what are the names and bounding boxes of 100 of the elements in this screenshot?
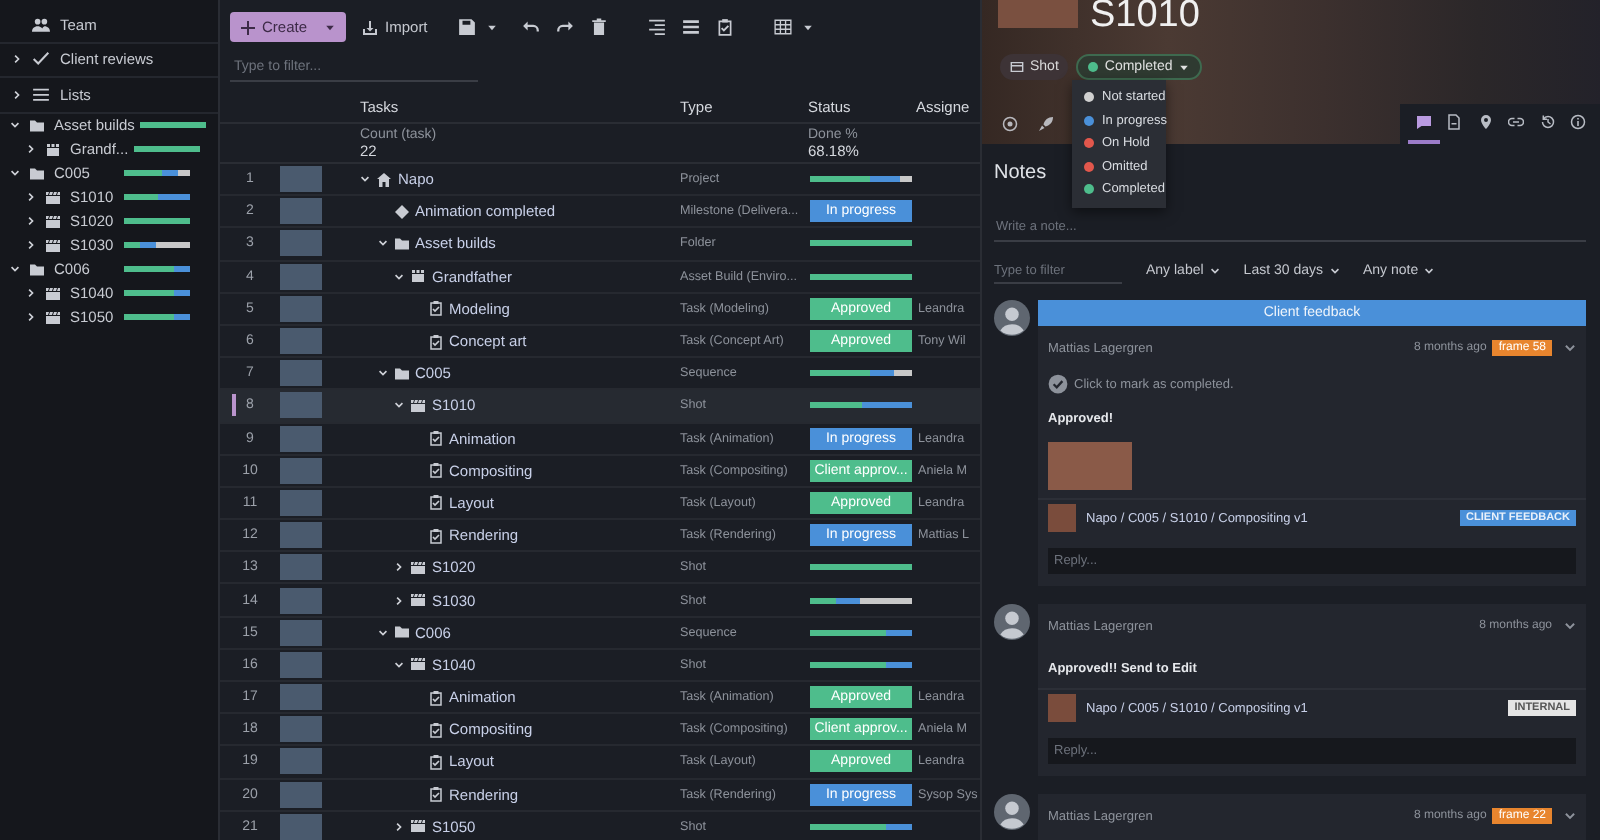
chevron-down-icon[interactable] (394, 400, 404, 411)
redo-icon[interactable] (555, 18, 574, 36)
chevron-down-icon (1209, 266, 1220, 276)
trash-icon[interactable] (589, 18, 608, 36)
caret-down-icon[interactable] (801, 21, 814, 33)
chevron-down-icon[interactable] (394, 271, 404, 282)
chevron-down-icon (1424, 266, 1435, 276)
thumbnail-placeholder (280, 425, 322, 452)
undo-icon[interactable] (521, 18, 540, 36)
thumbnail-placeholder (280, 813, 322, 840)
chevron-down-icon[interactable] (377, 238, 387, 249)
save-icon[interactable] (457, 18, 476, 36)
chevron-right-icon[interactable] (26, 192, 36, 202)
chevron-right-icon[interactable] (394, 821, 404, 832)
caret-down-icon[interactable] (485, 21, 498, 33)
chevron-right-icon[interactable] (26, 144, 36, 154)
clapperboard-icon (410, 559, 426, 576)
chevron-down-icon[interactable] (1564, 810, 1576, 822)
thumbnail-placeholder (280, 295, 322, 322)
thumbnail-placeholder (280, 781, 322, 808)
thumbnail-placeholder (280, 489, 322, 516)
list-icon (32, 85, 50, 104)
link-icon (1508, 114, 1525, 130)
diamond-icon (393, 203, 409, 220)
clapperboard-icon (410, 397, 426, 414)
folder-icon (28, 261, 46, 277)
clipboard-check-icon[interactable] (715, 18, 734, 36)
chevron-right-icon[interactable] (394, 595, 404, 606)
document-icon (1446, 114, 1463, 130)
thumbnail-placeholder (280, 328, 322, 355)
rocket-icon[interactable] (1038, 116, 1054, 132)
thumbnail-placeholder (280, 263, 322, 290)
target-icon[interactable] (1002, 116, 1018, 132)
chevron-down-icon[interactable] (10, 168, 20, 178)
clipboard-check-icon (427, 333, 443, 350)
thumbnail-placeholder (1048, 694, 1076, 722)
shot-title: S1010 (1090, 0, 1200, 36)
caret-down-icon (323, 21, 336, 33)
chevron-right-icon[interactable] (394, 562, 404, 573)
clipboard-check-icon (427, 721, 443, 738)
chevron-down-icon[interactable] (10, 120, 20, 130)
chevron-right-icon[interactable] (26, 288, 36, 298)
thumbnail-placeholder (280, 619, 322, 646)
thumbnail-placeholder (280, 457, 322, 484)
chevron-down-icon (1329, 266, 1339, 276)
align-right-icon[interactable] (647, 18, 666, 36)
clipboard-check-icon (427, 430, 443, 447)
folder-icon (28, 165, 46, 181)
location-pin-icon (1477, 114, 1494, 130)
plus-icon (240, 19, 256, 35)
thumbnail-placeholder (280, 716, 322, 743)
clapperboard-icon (44, 285, 62, 301)
calendar-icon (1010, 60, 1024, 74)
folder-icon (393, 235, 409, 252)
clipboard-check-icon (427, 786, 443, 803)
chevron-down-icon[interactable] (377, 368, 387, 379)
chevron-down-icon[interactable] (360, 174, 370, 185)
clipboard-check-icon (427, 494, 443, 511)
history-icon (1539, 114, 1556, 130)
clapperboard-icon (44, 309, 62, 325)
thumbnail-placeholder (280, 554, 322, 581)
chevron-right-icon[interactable] (26, 312, 36, 322)
thumbnail-placeholder (280, 166, 322, 193)
clapperboard-icon (44, 189, 62, 205)
chevron-right-icon[interactable] (26, 240, 36, 250)
thumbnail-placeholder (280, 360, 322, 387)
home-icon (376, 171, 392, 188)
chevron-right-icon[interactable] (12, 89, 22, 100)
thumbnail-placeholder (280, 522, 322, 549)
clipboard-check-icon (427, 689, 443, 706)
folder-icon (393, 624, 409, 641)
chevron-down-icon[interactable] (10, 264, 20, 274)
notes-heading: Notes (994, 162, 1047, 186)
thumbnail-placeholder (280, 230, 322, 257)
clapperboard-icon (44, 237, 62, 253)
grid-icon[interactable] (773, 18, 792, 36)
chevron-right-icon[interactable] (12, 54, 22, 65)
chevron-down-icon[interactable] (1564, 342, 1576, 354)
chevron-down-icon[interactable] (394, 659, 404, 670)
thumbnail-placeholder (280, 651, 322, 678)
thumbnail-placeholder (1048, 504, 1076, 532)
check-circle-icon[interactable] (1048, 374, 1068, 394)
import-icon (361, 19, 378, 35)
clipboard-check-icon (427, 462, 443, 479)
clipboard-check-icon (427, 527, 443, 544)
chevron-down-icon[interactable] (377, 627, 387, 638)
cube-icon (410, 268, 426, 285)
rows-icon[interactable] (681, 18, 700, 36)
chevron-down-icon[interactable] (1564, 620, 1576, 632)
info-icon (1570, 114, 1587, 130)
clapperboard-icon (410, 656, 426, 673)
clapperboard-icon (410, 818, 426, 835)
team-icon (32, 15, 50, 34)
avatar-icon (994, 300, 1030, 336)
clipboard-check-icon (427, 753, 443, 770)
chevron-right-icon[interactable] (26, 216, 36, 226)
thumbnail-placeholder (280, 684, 322, 711)
caret-down-icon (1178, 61, 1191, 73)
photo-placeholder (998, 0, 1078, 28)
folder-icon (393, 365, 409, 382)
